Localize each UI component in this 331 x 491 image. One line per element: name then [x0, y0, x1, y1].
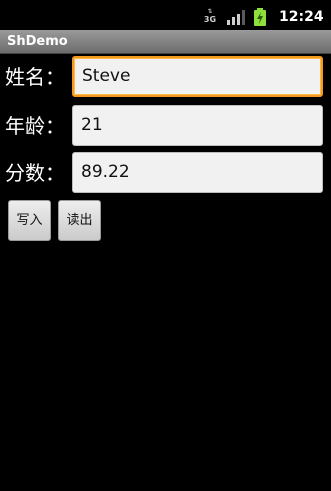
age-label: 年龄：	[5, 114, 65, 138]
name-field[interactable]: Steve	[72, 56, 323, 97]
3g-data-icon: ⇅ 3G	[203, 8, 217, 25]
score-field[interactable]: 89.22	[72, 152, 323, 193]
status-clock: 12:24	[279, 9, 324, 25]
write-button[interactable]: 写入	[8, 200, 51, 241]
read-button[interactable]: 读出	[58, 200, 101, 241]
battery-charging-icon	[254, 8, 266, 26]
signal-strength-icon	[227, 10, 245, 25]
app-title-bar: ShDemo	[0, 30, 331, 54]
app-title: ShDemo	[7, 34, 68, 49]
status-bar: ⇅ 3G 12:24	[0, 0, 331, 30]
name-label: 姓名：	[5, 65, 65, 89]
age-field[interactable]: 21	[72, 105, 323, 146]
score-label: 分数：	[5, 161, 65, 185]
